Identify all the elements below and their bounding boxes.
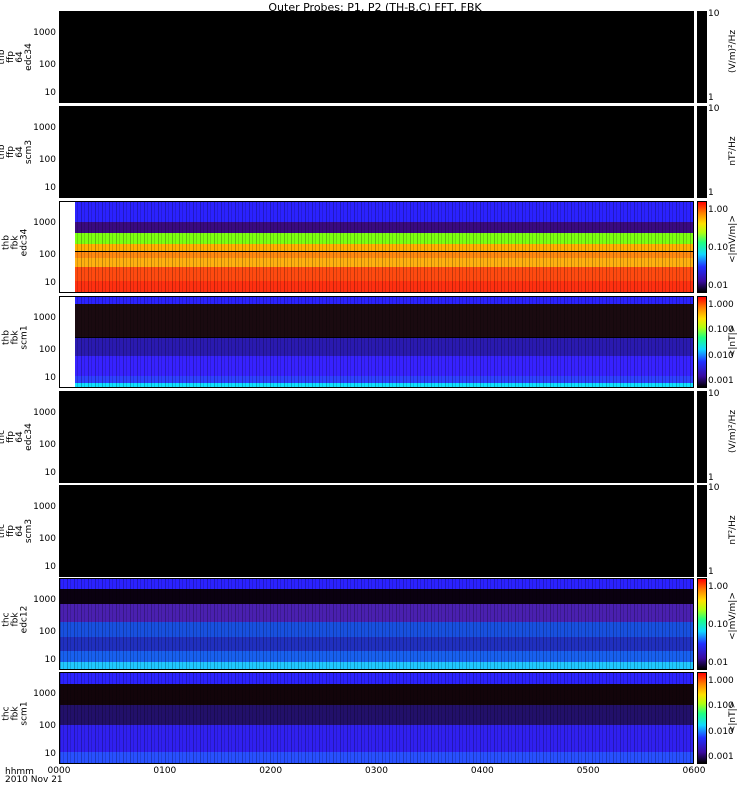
y-tick-label: 1000 — [33, 313, 56, 323]
x-tick-label: 0400 — [470, 766, 494, 776]
panel-ylabel: thb fbk edc34 — [1, 228, 30, 257]
colorbar-tick: 10 — [708, 483, 720, 493]
colorbar-tick: 0.10 — [708, 620, 729, 630]
panel-thc-fbk-edc12 — [59, 578, 694, 670]
colorbar-tick: 10 — [708, 389, 720, 399]
y-tick-label: 100 — [38, 721, 56, 732]
panel-ylabel: thc fbk edc12 — [1, 605, 30, 634]
x-tick-label: 0600 — [682, 766, 706, 776]
colorbar-tick: 0.10 — [708, 243, 729, 253]
colorbar — [697, 11, 707, 103]
y-tick-label: 10 — [44, 748, 56, 759]
y-tick-label: 10 — [44, 654, 56, 665]
panel-ylabel: thc ffp 64 edc34 — [0, 423, 34, 451]
y-tick-label: 1000 — [33, 123, 56, 133]
panel-thc-fbk-scm1 — [59, 672, 694, 764]
time-stripes — [60, 297, 693, 387]
x-tick-label: 0300 — [365, 766, 388, 776]
colorbar-tick: 1 — [708, 93, 714, 103]
y-tick-label: 10 — [44, 277, 56, 288]
y-tick-label: 1000 — [33, 689, 56, 699]
data-gap — [60, 297, 75, 387]
y-tick-label: 100 — [38, 250, 56, 261]
colorbar-tick: 1.00 — [708, 205, 729, 215]
x-tick-label: 0200 — [259, 766, 283, 776]
colorbar-tick: 0.01 — [708, 281, 729, 291]
colorbar-label: <|mV/m|> — [728, 215, 738, 263]
colorbar — [697, 201, 707, 293]
colorbar — [697, 106, 707, 198]
colorbar-tick: 0.001 — [708, 752, 734, 762]
panel-thb-ffp-edc34 — [59, 11, 694, 103]
colorbar-tick: 1 — [708, 473, 714, 483]
colorbar-label: (V/m)²/Hz — [728, 29, 738, 73]
panel-thc-ffp-edc34 — [59, 391, 694, 483]
colorbar-tick: 0.01 — [708, 658, 729, 668]
panel-thc-ffp-scm3 — [59, 485, 694, 577]
colorbar-label: nT²/Hz — [728, 515, 738, 545]
colorbar-label: nT²/Hz — [728, 136, 738, 166]
colorbar-label: <|mV/m|> — [728, 592, 738, 640]
y-tick-label: 1000 — [33, 28, 56, 38]
y-tick-label: 100 — [38, 60, 56, 71]
y-tick-label: 10 — [44, 467, 56, 478]
colorbar — [697, 391, 707, 483]
y-tick-label: 1000 — [33, 595, 56, 605]
panel-ylabel: thb ffp 64 scm3 — [0, 139, 34, 165]
y-tick-label: 100 — [38, 627, 56, 638]
panel-ylabel: thc ffp 64 scm3 — [0, 518, 34, 544]
y-tick-label: 100 — [38, 155, 56, 166]
colorbar — [697, 296, 707, 388]
colorbar-label: <|nT|> — [728, 700, 738, 734]
colorbar — [697, 672, 707, 764]
colorbar-tick: 1.000 — [708, 300, 734, 310]
time-stripes — [60, 579, 693, 669]
colorbar-tick: 1 — [708, 567, 714, 577]
panel-thb-ffp-scm3 — [59, 106, 694, 198]
y-tick-label: 10 — [44, 182, 56, 193]
y-tick-label: 10 — [44, 87, 56, 98]
panel-ylabel: thc fbk scm1 — [1, 701, 30, 726]
x-tick-label: 0100 — [153, 766, 177, 776]
colorbar-tick: 1 — [708, 188, 714, 198]
panel-ylabel: thb ffp 64 edc34 — [0, 43, 34, 71]
panel-thb-fbk-scm1 — [59, 296, 694, 388]
y-tick-label: 1000 — [33, 502, 56, 512]
y-tick-label: 100 — [38, 440, 56, 451]
colorbar-tick: 10 — [708, 9, 720, 19]
colorbar — [697, 578, 707, 670]
y-tick-label: 1000 — [33, 218, 56, 228]
y-tick-label: 100 — [38, 345, 56, 356]
y-tick-label: 10 — [44, 561, 56, 572]
colorbar-tick: 0.001 — [708, 376, 734, 386]
panel-ylabel: thb fbk scm1 — [1, 325, 30, 350]
y-tick-label: 1000 — [33, 408, 56, 418]
y-tick-label: 10 — [44, 372, 56, 383]
y-tick-label: 100 — [38, 534, 56, 545]
colorbar-label: <|nT|> — [728, 324, 738, 358]
colorbar-tick: 10 — [708, 104, 720, 114]
x-tick-label: 0500 — [576, 766, 600, 776]
colorbar-tick: 1.000 — [708, 676, 734, 686]
colorbar-label: (V/m)²/Hz — [728, 409, 738, 453]
time-stripes — [60, 673, 693, 763]
x-date-label: 2010 Nov 21 — [5, 775, 63, 785]
x-tick-label: 0000 — [47, 766, 71, 776]
colorbar-tick: 1.00 — [708, 582, 729, 592]
time-stripes — [60, 202, 693, 292]
data-gap — [60, 202, 75, 292]
panel-thb-fbk-edc34 — [59, 201, 694, 293]
colorbar — [697, 485, 707, 577]
